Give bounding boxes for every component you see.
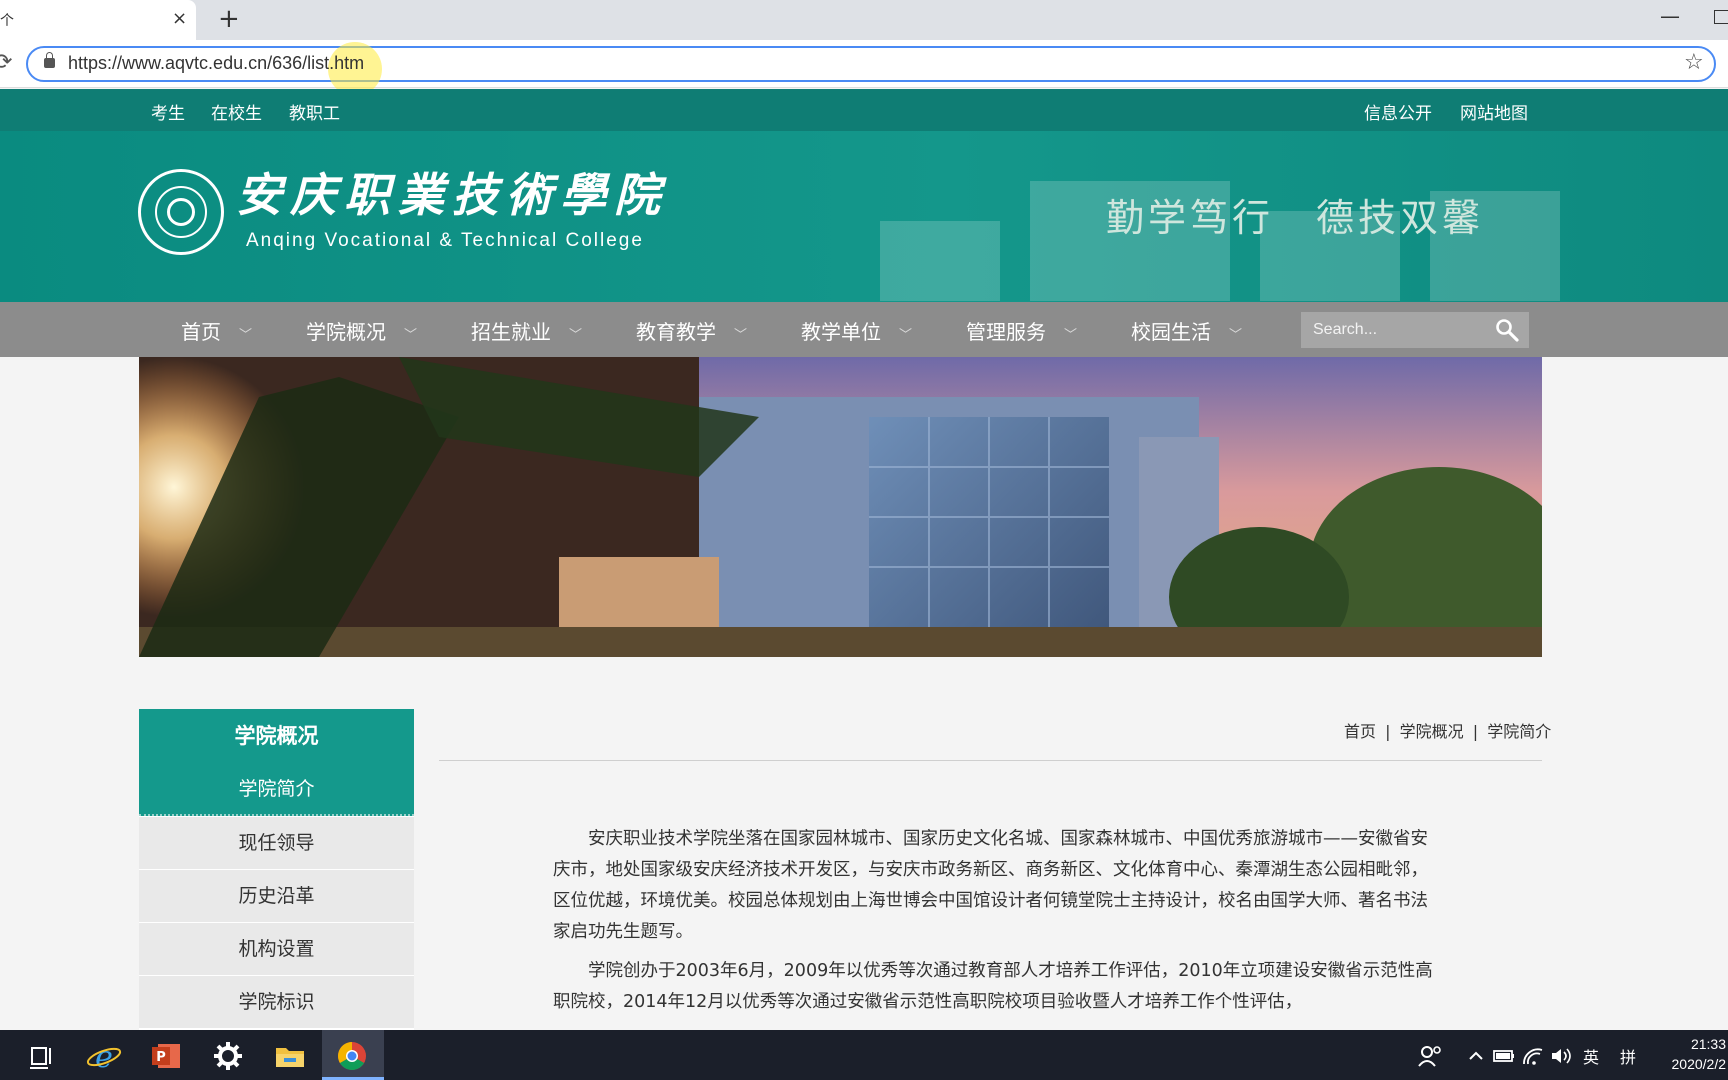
svg-text:e: e [95, 1040, 113, 1075]
lock-icon [44, 52, 55, 68]
breadcrumb-current[interactable]: 学院简介 [1487, 722, 1551, 741]
settings-gear-icon[interactable] [208, 1036, 248, 1076]
article-paragraph: 学院创办于2003年6月，2009年以优秀等次通过教育部人才培养工作评估，201… [553, 961, 1433, 1012]
bookmark-star-icon[interactable]: ☆ [1684, 50, 1704, 75]
powerpoint-icon[interactable]: P [146, 1036, 186, 1076]
site-header: 安庆职業技術學院 Anqing Vocational & Technical C… [0, 131, 1728, 302]
chevron-down-icon: ﹀ [569, 328, 583, 343]
nav-item-services[interactable]: 管理服务 ﹀ [966, 316, 1077, 345]
chevron-down-icon: ﹀ [404, 328, 418, 343]
campus-banner-image [139, 357, 1542, 657]
chevron-down-icon: ﹀ [239, 328, 253, 343]
search-icon[interactable] [1495, 318, 1519, 342]
content-divider [439, 760, 1542, 761]
chrome-icon[interactable] [332, 1036, 372, 1076]
search-box [1301, 312, 1529, 348]
clock-date: 2020/2/2 [1671, 1056, 1727, 1072]
nav-item-campus-life[interactable]: 校园生活 ﹀ [1131, 316, 1242, 345]
browser-tab[interactable]: 个 × [0, 0, 196, 40]
college-seal-logo[interactable] [138, 169, 224, 255]
nav-item-admissions[interactable]: 招生就业 ﹀ [471, 316, 582, 345]
clock-time: 21:33 [1690, 1036, 1726, 1052]
sidebar-title: 学院概况 [139, 709, 414, 763]
nav-item-departments[interactable]: 教学单位 ﹀ [801, 316, 912, 345]
toplink-applicants[interactable]: 考生 [151, 99, 185, 124]
college-name-cn[interactable]: 安庆职業技術學院 [236, 159, 668, 225]
nav-item-education[interactable]: 教育教学 ﹀ [636, 316, 747, 345]
reload-icon[interactable]: ⟳ [0, 50, 12, 75]
minimize-icon[interactable]: — [1660, 4, 1680, 28]
breadcrumb-separator: | [1472, 722, 1479, 741]
task-view-icon[interactable] [22, 1036, 62, 1076]
internet-explorer-icon[interactable]: e [84, 1036, 124, 1076]
article-body: 安庆职业技术学院坐落在国家园林城市、国家历史文化名城、国家森林城市、中国优秀旅游… [553, 824, 1433, 1026]
file-explorer-icon[interactable] [270, 1036, 310, 1076]
volume-icon[interactable] [1542, 1036, 1582, 1076]
windows-taskbar: e P 英 拼 21:33 2020/2/2 [0, 1030, 1728, 1080]
url-omnibox[interactable]: https://www.aqvtc.edu.cn/636/list.htm ☆ [26, 42, 1716, 96]
toplink-info-disclosure[interactable]: 信息公开 [1364, 99, 1432, 124]
college-name-en: Anqing Vocational & Technical College [246, 230, 644, 251]
chevron-down-icon: ﹀ [1064, 328, 1078, 343]
college-motto: 勤学笃行 德技双馨 [1106, 196, 1485, 240]
browser-tab-bar: 个 × + — [0, 0, 1728, 40]
close-icon[interactable]: × [172, 8, 187, 29]
people-icon[interactable] [1410, 1036, 1450, 1076]
sidebar-item-introduction[interactable]: 学院简介 [139, 763, 414, 816]
ime-language-indicator[interactable]: 英 [1583, 1044, 1599, 1068]
system-clock[interactable]: 21:33 2020/2/2 [1660, 1034, 1727, 1074]
svg-text:P: P [156, 1050, 166, 1065]
article-paragraph: 安庆职业技术学院坐落在国家园林城市、国家历史文化名城、国家森林城市、中国优秀旅游… [553, 829, 1428, 942]
nav-item-about[interactable]: 学院概况 ﹀ [306, 316, 417, 345]
sidebar-item-organization[interactable]: 机构设置 [139, 923, 414, 976]
chevron-down-icon: ﹀ [1229, 328, 1243, 343]
breadcrumb: 首页 | 学院概况 | 学院简介 [1342, 718, 1553, 742]
new-tab-icon[interactable]: + [218, 4, 240, 34]
toplink-sitemap[interactable]: 网站地图 [1460, 99, 1528, 124]
main-nav: 首页 ﹀ 学院概况 ﹀ 招生就业 ﹀ 教育教学 ﹀ 教学单位 ﹀ 管理服务 ﹀ 校园生活 ﹀ [0, 302, 1728, 357]
ime-mode-indicator[interactable]: 拼 [1620, 1044, 1636, 1068]
maximize-icon[interactable] [1714, 10, 1728, 24]
breadcrumb-about[interactable]: 学院概况 [1400, 722, 1464, 741]
breadcrumb-separator: | [1385, 722, 1391, 741]
chevron-down-icon: ﹀ [734, 328, 748, 343]
sidebar: 学院概况 学院简介 现任领导 历史沿革 机构设置 学院标识 [139, 709, 414, 1030]
site-top-bar: 考生 在校生 教职工 信息公开 网站地图 [0, 89, 1728, 131]
nav-item-home[interactable]: 首页 ﹀ [181, 316, 252, 345]
search-input[interactable] [1301, 312, 1487, 348]
chevron-down-icon: ﹀ [899, 328, 913, 343]
tab-title: 个 [0, 13, 14, 29]
toplink-staff[interactable]: 教职工 [289, 99, 340, 124]
sidebar-item-history[interactable]: 历史沿革 [139, 870, 414, 923]
sidebar-item-leadership[interactable]: 现任领导 [139, 817, 414, 870]
breadcrumb-home[interactable]: 首页 [1344, 722, 1376, 741]
url-text[interactable]: https://www.aqvtc.edu.cn/636/list.htm [68, 53, 364, 74]
sidebar-item-identity[interactable]: 学院标识 [139, 976, 414, 1029]
browser-address-bar: ⟳ https://www.aqvtc.edu.cn/636/list.htm … [0, 40, 1728, 96]
toplink-students[interactable]: 在校生 [211, 99, 262, 124]
